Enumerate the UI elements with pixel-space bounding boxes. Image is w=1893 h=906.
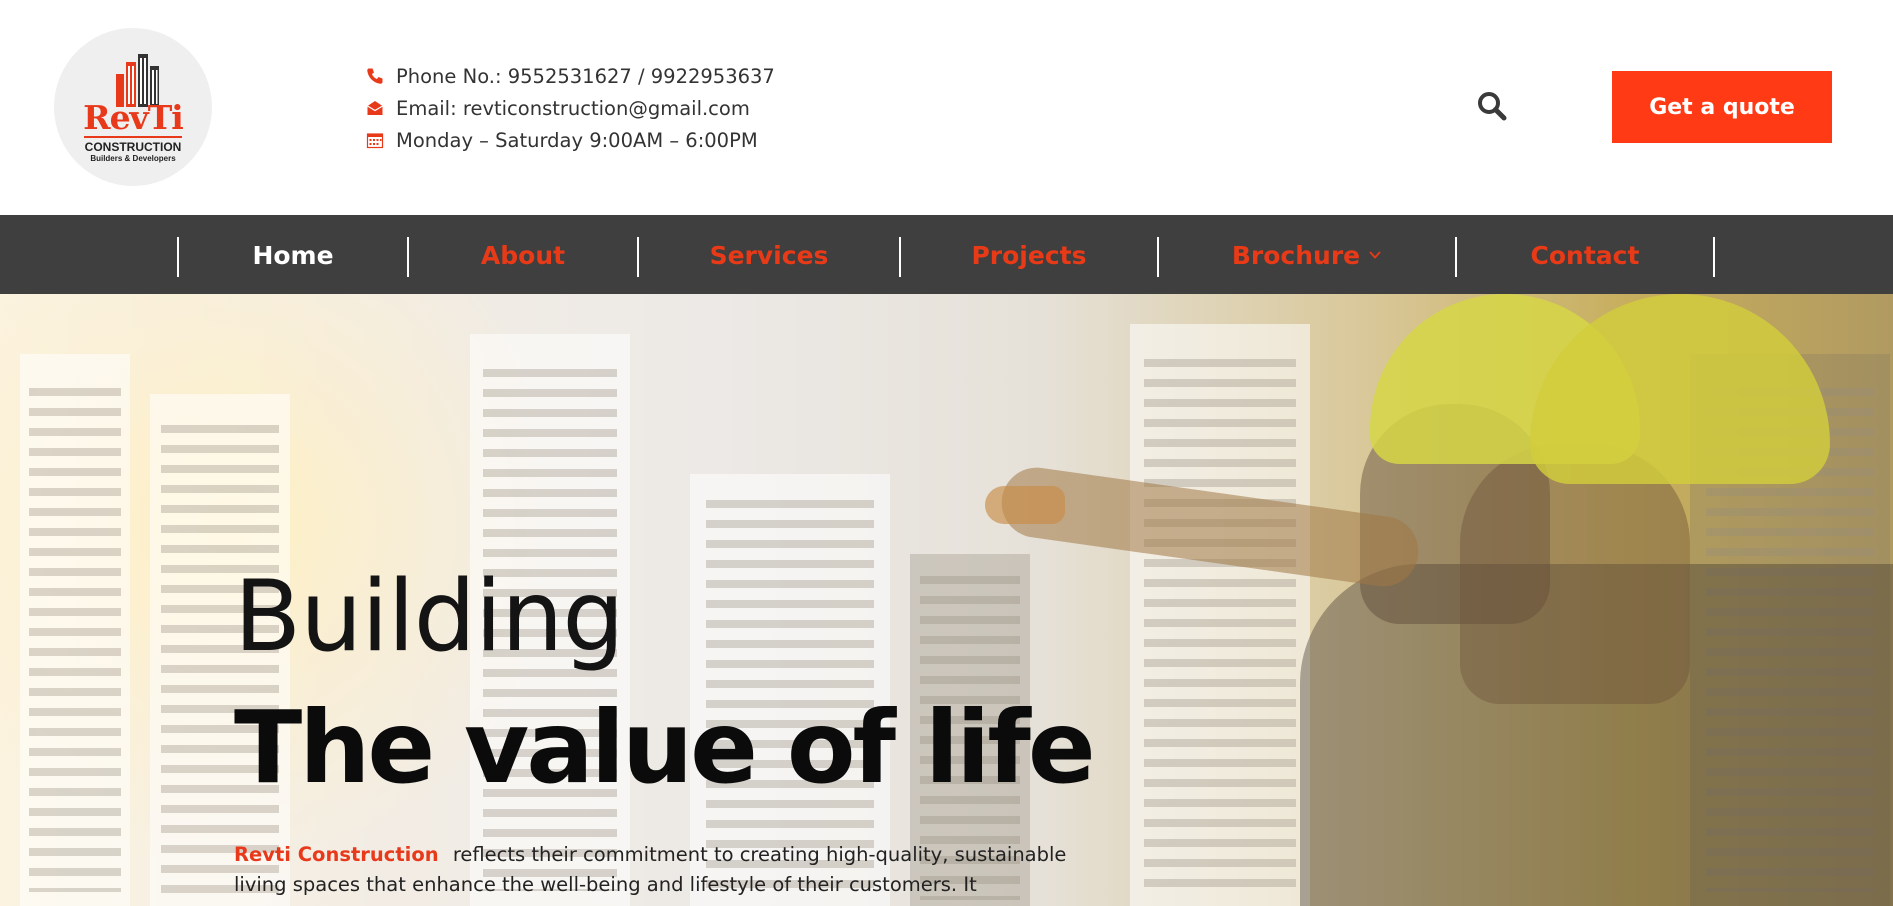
hours-text: Monday – Saturday 9:00AM – 6:00PM — [396, 128, 758, 152]
calendar-icon — [366, 133, 384, 149]
nav-item-label: Contact — [1530, 240, 1640, 270]
nav-item-services[interactable]: Services — [639, 237, 899, 273]
nav-item-brochure[interactable]: Brochure — [1159, 237, 1455, 273]
nav-item-label: Brochure — [1231, 240, 1361, 270]
background-building — [20, 354, 130, 906]
nav-item-about[interactable]: About — [409, 237, 637, 273]
chevron-down-icon — [1369, 251, 1381, 259]
contact-phone: Phone No.: 9552531627 / 9922953637 — [366, 60, 775, 92]
nav-item-label: Home — [252, 240, 334, 270]
phone-text[interactable]: Phone No.: 9552531627 / 9922953637 — [396, 65, 775, 88]
background-building — [1130, 324, 1310, 906]
nav-item-label: Services — [709, 240, 829, 270]
phone-icon — [367, 68, 383, 84]
contact-hours: Monday – Saturday 9:00AM – 6:00PM — [366, 124, 775, 156]
main-navigation: Home About Services Projects Brochure Co… — [0, 215, 1893, 294]
logo-tagline: Builders & Developers — [90, 154, 176, 163]
logo-subtitle: CONSTRUCTION — [84, 140, 182, 154]
hero-title-line2: The value of life — [234, 689, 1096, 806]
nav-item-home[interactable]: Home — [179, 237, 407, 273]
search-icon — [1478, 92, 1507, 121]
logo-divider — [84, 136, 182, 138]
site-header: RevTi CONSTRUCTION Builders & Developers… — [0, 0, 1893, 215]
contact-info: Phone No.: 9552531627 / 9922953637 Email… — [366, 60, 775, 156]
contact-email: Email: revticonstruction@gmail.com — [366, 92, 775, 124]
nav-separator — [1713, 237, 1715, 277]
envelope-icon — [367, 101, 383, 115]
hero-title-line1: Building — [234, 560, 625, 674]
hero-banner: Building The value of life Revti Constru… — [0, 294, 1893, 906]
nav-item-contact[interactable]: Contact — [1457, 237, 1713, 273]
pointing-hand — [985, 486, 1065, 524]
hero-brand-name: Revti Construction — [234, 843, 439, 866]
site-logo[interactable]: RevTi CONSTRUCTION Builders & Developers — [54, 28, 212, 186]
nav-item-label: About — [480, 240, 566, 270]
nav-item-projects[interactable]: Projects — [901, 237, 1157, 273]
email-text[interactable]: Email: revticonstruction@gmail.com — [396, 97, 750, 120]
get-quote-button[interactable]: Get a quote — [1612, 71, 1832, 143]
search-button[interactable] — [1476, 90, 1508, 122]
logo-brand-text: RevTi — [83, 98, 184, 137]
nav-item-label: Projects — [971, 240, 1087, 270]
hero-description: Revti Construction reflects their commit… — [234, 840, 1084, 900]
